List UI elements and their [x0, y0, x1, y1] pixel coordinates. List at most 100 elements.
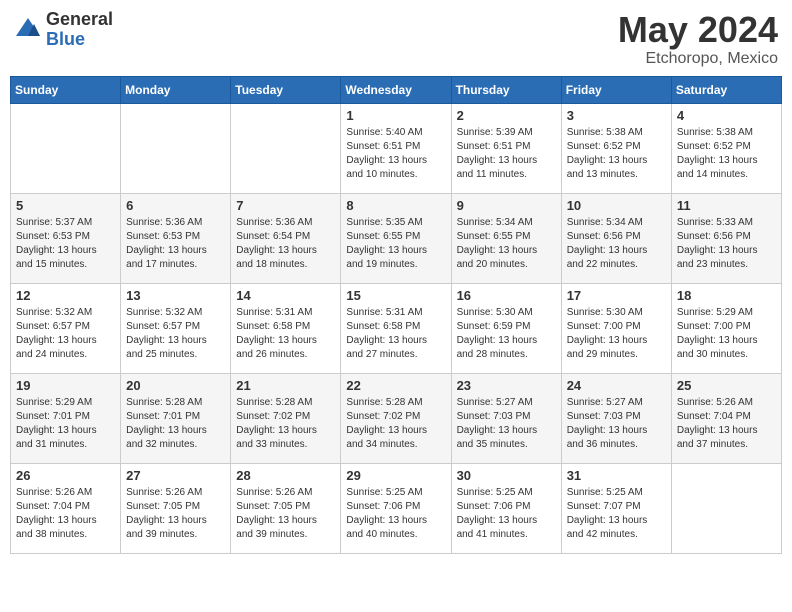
day-info: Sunrise: 5:36 AMSunset: 6:53 PMDaylight:… — [126, 216, 225, 272]
header-row: SundayMondayTuesdayWednesdayThursdayFrid… — [11, 76, 782, 103]
calendar-body: 1Sunrise: 5:40 AMSunset: 6:51 PMDaylight… — [11, 103, 782, 553]
day-number: 27 — [126, 468, 225, 483]
header-day-friday: Friday — [561, 76, 671, 103]
header-day-saturday: Saturday — [671, 76, 781, 103]
logo-text: General Blue — [46, 10, 113, 50]
calendar-cell — [231, 103, 341, 193]
day-number: 16 — [457, 288, 556, 303]
calendar-cell: 12Sunrise: 5:32 AMSunset: 6:57 PMDayligh… — [11, 283, 121, 373]
calendar-table: SundayMondayTuesdayWednesdayThursdayFrid… — [10, 76, 782, 554]
day-number: 9 — [457, 198, 556, 213]
calendar-week-5: 26Sunrise: 5:26 AMSunset: 7:04 PMDayligh… — [11, 463, 782, 553]
calendar-cell: 1Sunrise: 5:40 AMSunset: 6:51 PMDaylight… — [341, 103, 451, 193]
calendar-cell: 10Sunrise: 5:34 AMSunset: 6:56 PMDayligh… — [561, 193, 671, 283]
day-info: Sunrise: 5:28 AMSunset: 7:01 PMDaylight:… — [126, 396, 225, 452]
day-info: Sunrise: 5:29 AMSunset: 7:00 PMDaylight:… — [677, 306, 776, 362]
header-day-monday: Monday — [121, 76, 231, 103]
day-number: 14 — [236, 288, 335, 303]
calendar-cell: 22 Sunrise: 5:28 AMSunset: 7:02 PMDayligh… — [341, 373, 451, 463]
day-number: 15 — [346, 288, 445, 303]
day-number: 19 — [16, 378, 115, 393]
calendar-week-4: 19 Sunrise: 5:29 AMSunset: 7:01 PMDayligh… — [11, 373, 782, 463]
day-number: 28 — [236, 468, 335, 483]
day-number: 20 — [126, 378, 225, 393]
day-number: 5 — [16, 198, 115, 213]
calendar-week-1: 1Sunrise: 5:40 AMSunset: 6:51 PMDaylight… — [11, 103, 782, 193]
calendar-cell: 2 Sunrise: 5:39 AMSunset: 6:51 PMDaylight… — [451, 103, 561, 193]
calendar-cell: 9 Sunrise: 5:34 AMSunset: 6:55 PMDaylight… — [451, 193, 561, 283]
day-number: 10 — [567, 198, 666, 213]
calendar-cell: 4Sunrise: 5:38 AMSunset: 6:52 PMDaylight… — [671, 103, 781, 193]
calendar-header: SundayMondayTuesdayWednesdayThursdayFrid… — [11, 76, 782, 103]
day-number: 17 — [567, 288, 666, 303]
day-info: Sunrise: 5:28 AMSunset: 7:02 PMDaylight:… — [236, 396, 335, 452]
calendar-cell: 30 Sunrise: 5:25 AMSunset: 7:06 PMDayligh… — [451, 463, 561, 553]
day-info: Sunrise: 5:33 AMSunset: 6:56 PMDaylight:… — [677, 216, 776, 272]
calendar-cell — [671, 463, 781, 553]
title-block: May 2024 Etchoropo, Mexico — [618, 10, 778, 68]
day-info: Sunrise: 5:39 AMSunset: 6:51 PMDaylight:… — [457, 126, 556, 182]
location: Etchoropo, Mexico — [618, 50, 778, 68]
day-number: 8 — [346, 198, 445, 213]
calendar-cell: 8 Sunrise: 5:35 AMSunset: 6:55 PMDaylight… — [341, 193, 451, 283]
day-info: Sunrise: 5:34 AMSunset: 6:55 PMDaylight:… — [457, 216, 556, 272]
calendar-cell: 24 Sunrise: 5:27 AMSunset: 7:03 PMDayligh… — [561, 373, 671, 463]
day-info: Sunrise: 5:26 AMSunset: 7:05 PMDaylight:… — [126, 486, 225, 542]
day-info: Sunrise: 5:26 AMSunset: 7:05 PMDaylight:… — [236, 486, 335, 542]
day-number: 29 — [346, 468, 445, 483]
day-number: 21 — [236, 378, 335, 393]
day-info: Sunrise: 5:26 AMSunset: 7:04 PMDaylight:… — [677, 396, 776, 452]
header-day-sunday: Sunday — [11, 76, 121, 103]
month-title: May 2024 — [618, 10, 778, 50]
day-number: 26 — [16, 468, 115, 483]
header-day-tuesday: Tuesday — [231, 76, 341, 103]
day-info: Sunrise: 5:36 AMSunset: 6:54 PMDaylight:… — [236, 216, 335, 272]
day-info: Sunrise: 5:29 AMSunset: 7:01 PMDaylight:… — [16, 396, 115, 452]
day-number: 30 — [457, 468, 556, 483]
logo-general: General — [46, 10, 113, 30]
day-number: 13 — [126, 288, 225, 303]
day-info: Sunrise: 5:38 AMSunset: 6:52 PMDaylight:… — [567, 126, 666, 182]
day-number: 1 — [346, 108, 445, 123]
calendar-cell: 31 Sunrise: 5:25 AMSunset: 7:07 PMDayligh… — [561, 463, 671, 553]
calendar-week-2: 5 Sunrise: 5:37 AMSunset: 6:53 PMDaylight… — [11, 193, 782, 283]
calendar-cell: 26Sunrise: 5:26 AMSunset: 7:04 PMDayligh… — [11, 463, 121, 553]
day-number: 7 — [236, 198, 335, 213]
calendar-cell: 20 Sunrise: 5:28 AMSunset: 7:01 PMDayligh… — [121, 373, 231, 463]
calendar-cell: 25 Sunrise: 5:26 AMSunset: 7:04 PMDayligh… — [671, 373, 781, 463]
day-info: Sunrise: 5:32 AMSunset: 6:57 PMDaylight:… — [126, 306, 225, 362]
calendar-cell: 16Sunrise: 5:30 AMSunset: 6:59 PMDayligh… — [451, 283, 561, 373]
day-info: Sunrise: 5:37 AMSunset: 6:53 PMDaylight:… — [16, 216, 115, 272]
calendar-cell: 17 Sunrise: 5:30 AMSunset: 7:00 PMDayligh… — [561, 283, 671, 373]
day-number: 2 — [457, 108, 556, 123]
day-info: Sunrise: 5:27 AMSunset: 7:03 PMDaylight:… — [567, 396, 666, 452]
page-header: General Blue May 2024 Etchoropo, Mexico — [10, 10, 782, 68]
day-number: 25 — [677, 378, 776, 393]
day-info: Sunrise: 5:32 AMSunset: 6:57 PMDaylight:… — [16, 306, 115, 362]
calendar-cell: 23Sunrise: 5:27 AMSunset: 7:03 PMDayligh… — [451, 373, 561, 463]
calendar-cell: 18 Sunrise: 5:29 AMSunset: 7:00 PMDayligh… — [671, 283, 781, 373]
calendar-cell: 27 Sunrise: 5:26 AMSunset: 7:05 PMDayligh… — [121, 463, 231, 553]
day-number: 6 — [126, 198, 225, 213]
calendar-cell: 19 Sunrise: 5:29 AMSunset: 7:01 PMDayligh… — [11, 373, 121, 463]
logo-icon — [14, 16, 42, 44]
day-info: Sunrise: 5:30 AMSunset: 7:00 PMDaylight:… — [567, 306, 666, 362]
day-number: 31 — [567, 468, 666, 483]
day-number: 23 — [457, 378, 556, 393]
day-number: 4 — [677, 108, 776, 123]
calendar-cell: 11Sunrise: 5:33 AMSunset: 6:56 PMDayligh… — [671, 193, 781, 283]
calendar-cell: 6 Sunrise: 5:36 AMSunset: 6:53 PMDaylight… — [121, 193, 231, 283]
calendar-cell: 3 Sunrise: 5:38 AMSunset: 6:52 PMDaylight… — [561, 103, 671, 193]
day-info: Sunrise: 5:31 AMSunset: 6:58 PMDaylight:… — [236, 306, 335, 362]
day-info: Sunrise: 5:25 AMSunset: 7:07 PMDaylight:… — [567, 486, 666, 542]
day-info: Sunrise: 5:35 AMSunset: 6:55 PMDaylight:… — [346, 216, 445, 272]
day-info: Sunrise: 5:28 AMSunset: 7:02 PMDaylight:… — [346, 396, 445, 452]
calendar-cell: 15 Sunrise: 5:31 AMSunset: 6:58 PMDayligh… — [341, 283, 451, 373]
day-number: 24 — [567, 378, 666, 393]
day-info: Sunrise: 5:25 AMSunset: 7:06 PMDaylight:… — [457, 486, 556, 542]
day-number: 18 — [677, 288, 776, 303]
day-number: 3 — [567, 108, 666, 123]
calendar-cell — [11, 103, 121, 193]
day-info: Sunrise: 5:31 AMSunset: 6:58 PMDaylight:… — [346, 306, 445, 362]
day-number: 22 — [346, 378, 445, 393]
